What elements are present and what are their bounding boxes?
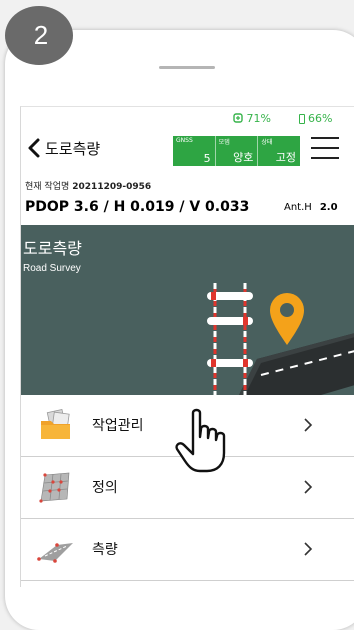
- gnss-cell-value: 고정: [275, 151, 297, 164]
- phone-speaker-line: [159, 66, 215, 69]
- app-screen: 71% 66% 도로측량 GNSS 5 모뎀 양호 상태 고정 현재 작업명 2…: [20, 106, 354, 587]
- wifi-icon: [233, 113, 243, 123]
- road-survey-illustration: [207, 283, 354, 395]
- antenna-height-value: 2.0: [319, 202, 338, 213]
- current-job-value: 20211209-0956: [72, 182, 152, 192]
- survey-poles: [207, 283, 253, 395]
- status-bar: 71% 66%: [21, 107, 354, 129]
- menu-item-label: 측량: [92, 542, 118, 558]
- antenna-height-label: Ant.H: [284, 202, 312, 213]
- battery-icon: [299, 114, 305, 124]
- road-survey-icon: [37, 543, 73, 563]
- back-button[interactable]: 도로측량: [27, 133, 100, 163]
- menu-item-survey[interactable]: 측량: [21, 519, 354, 581]
- chevron-right-icon: [304, 480, 313, 494]
- folder-documents-icon: [41, 409, 70, 439]
- chevron-right-icon: [304, 542, 313, 556]
- gnss-cell-state: 상태 고정: [258, 136, 300, 166]
- gnss-cell-value: 5: [203, 152, 211, 165]
- gnss-cell-modem: 모뎀 양호: [216, 136, 259, 166]
- hero-banner: 도로측량 Road Survey: [21, 225, 354, 395]
- gnss-status-panel[interactable]: GNSS 5 모뎀 양호 상태 고정: [173, 136, 300, 166]
- wifi-status: 71%: [233, 112, 271, 125]
- menu-item-label: 정의: [92, 480, 118, 496]
- hamburger-menu-icon[interactable]: [311, 137, 339, 163]
- grid-definition-icon: [39, 472, 70, 503]
- chevron-left-icon: [28, 138, 40, 158]
- app-header: 도로측량 GNSS 5 모뎀 양호 상태 고정: [21, 131, 354, 166]
- step-number-badge: 2: [5, 6, 73, 65]
- current-job-label: 현재 작업명: [25, 182, 70, 192]
- gnss-cell-label: 상태: [261, 139, 273, 146]
- pointing-hand-icon: [175, 408, 226, 473]
- gnss-cell-label: GNSS: [176, 137, 193, 144]
- battery-status: 66%: [299, 112, 332, 125]
- current-job: 현재 작업명 20211209-0956: [25, 179, 151, 192]
- chevron-right-icon: [304, 418, 313, 432]
- page-title: 도로측량: [45, 139, 101, 158]
- menu-item-label: 작업관리: [92, 418, 144, 434]
- wifi-value: 71%: [246, 112, 271, 125]
- location-pin-icon: [270, 293, 304, 345]
- gnss-cell-label: 모뎀: [218, 139, 230, 146]
- battery-value: 66%: [308, 112, 333, 125]
- precision-readout: PDOP 3.6 / H 0.019 / V 0.033: [25, 199, 250, 215]
- antenna-height: Ant.H 2.0: [284, 202, 338, 213]
- gnss-cell-satellites: GNSS 5: [173, 136, 216, 166]
- gnss-cell-value: 양호: [233, 151, 254, 164]
